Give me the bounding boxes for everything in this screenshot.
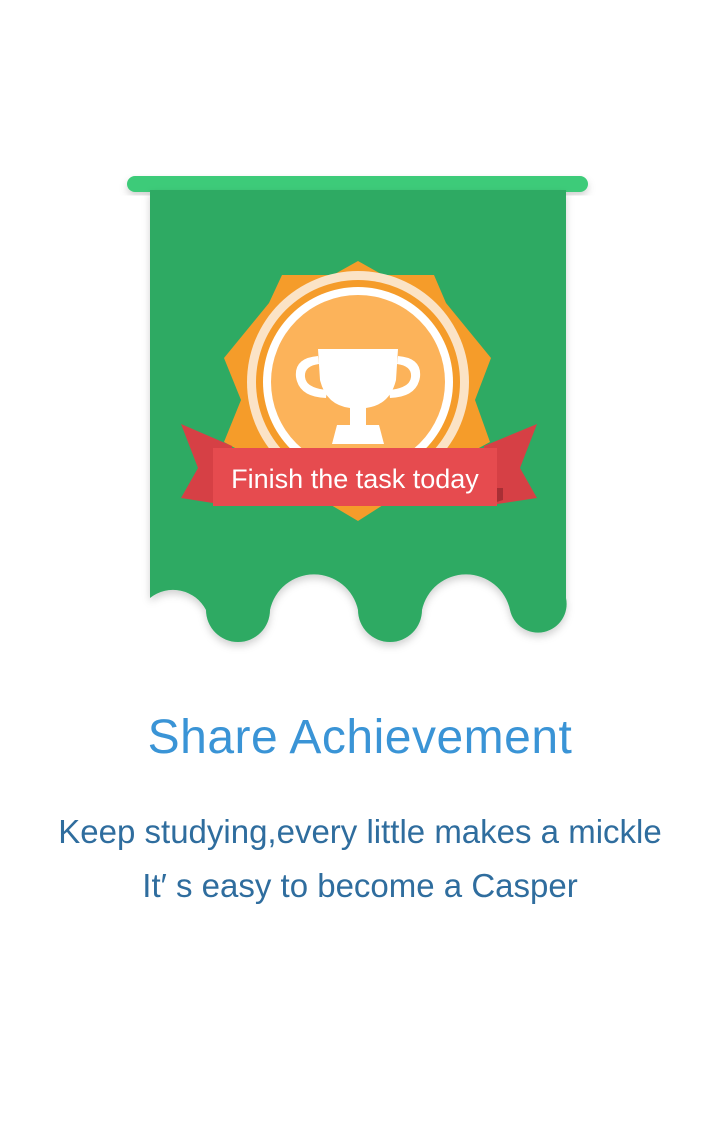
- subtitle-line-2: It′ s easy to become a Casper: [142, 867, 578, 904]
- subtitle-line-1: Keep studying,every little makes a mickl…: [58, 813, 662, 850]
- achievement-banner-illustration: Finish the task today: [127, 176, 588, 642]
- onboarding-screen: Finish the task today Share Achievement …: [0, 0, 720, 1132]
- page-title: Share Achievement: [147, 711, 573, 764]
- ribbon-text: Finish the task today: [231, 464, 479, 494]
- banner-rod: [127, 176, 588, 192]
